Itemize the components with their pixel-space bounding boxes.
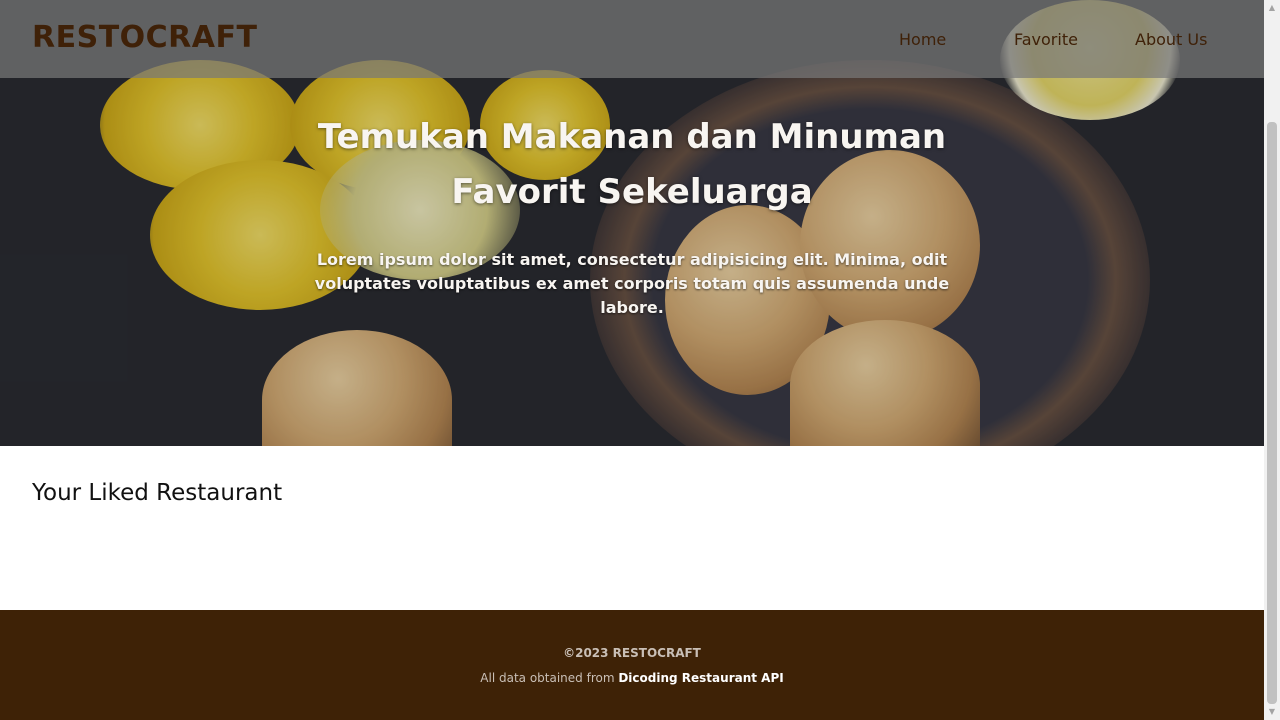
nav-link-home[interactable]: Home	[899, 30, 946, 49]
hero-description: Lorem ipsum dolor sit amet, consectetur …	[314, 250, 950, 317]
nav-link-about-us[interactable]: About Us	[1135, 30, 1207, 49]
footer: ©2023 RESTOCRAFT All data obtained from …	[0, 610, 1264, 720]
footer-credit-text: All data obtained from	[480, 671, 615, 685]
scroll-down-arrow-icon[interactable]: ▼	[1264, 704, 1280, 720]
footer-copyright: ©2023 RESTOCRAFT	[563, 646, 701, 660]
scrollbar-thumb[interactable]	[1267, 122, 1277, 704]
footer-api-link[interactable]: Dicoding Restaurant API	[618, 671, 783, 685]
scroll-up-arrow-icon[interactable]: ▲	[1264, 0, 1280, 16]
section-title: Your Liked Restaurant	[32, 480, 283, 506]
footer-credit: All data obtained from Dicoding Restaura…	[0, 671, 1264, 685]
hero-title: Temukan Makanan dan Minuman Favorit Seke…	[317, 117, 947, 212]
page-scrollbar[interactable]: ▲ ▼	[1264, 0, 1280, 720]
navbar: RESTOCRAFT Home Favorite About Us	[0, 0, 1264, 78]
brand-logo[interactable]: RESTOCRAFT	[32, 20, 257, 55]
nav-link-favorite[interactable]: Favorite	[1014, 30, 1078, 49]
